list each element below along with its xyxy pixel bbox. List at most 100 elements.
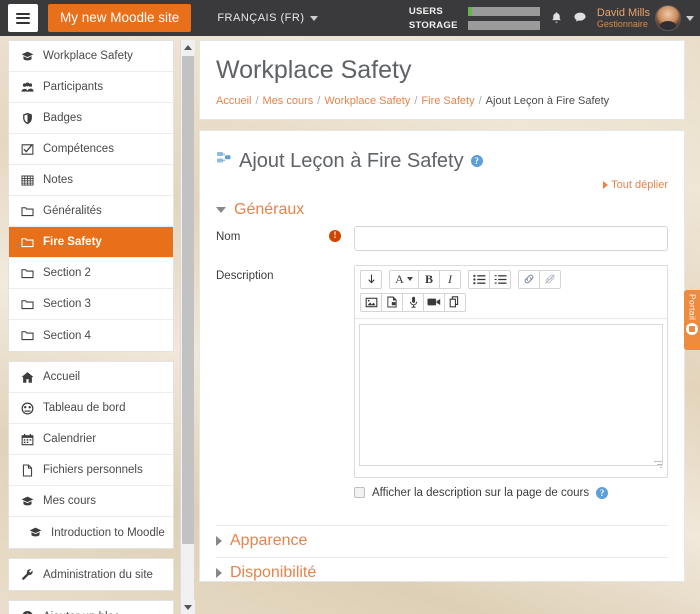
required-marker[interactable]: ! [316, 226, 354, 242]
sidebar-item-calendrier[interactable]: Calendrier [9, 424, 173, 455]
sidebar-item-notes[interactable]: Notes [9, 165, 173, 196]
sidebar-item-administration-du-site[interactable]: Administration du site [9, 559, 173, 590]
sidebar-item-badges[interactable]: Badges [9, 103, 173, 134]
help-icon[interactable]: ? [596, 486, 609, 499]
document-icon[interactable] [381, 292, 403, 312]
field-row-description: Description A B I Afficher la descriptio… [216, 264, 668, 511]
section-header-generaux[interactable]: Généraux [216, 195, 668, 226]
graduation-cap-icon [21, 495, 34, 508]
avatar [655, 5, 681, 31]
sidebar-item-tableau-de-bord[interactable]: Tableau de bord [9, 393, 173, 424]
show-description-checkbox[interactable] [354, 487, 365, 498]
unlink-icon[interactable] [539, 269, 561, 289]
chat-bubble-icon[interactable] [573, 11, 587, 26]
sidebar-item-label: Généralités [43, 205, 102, 217]
nom-input[interactable] [354, 225, 668, 251]
shield-icon [21, 112, 34, 125]
description-label: Description [216, 269, 274, 282]
image-icon[interactable] [360, 292, 382, 312]
sidebar-item-mes-cours[interactable]: Mes cours [9, 486, 173, 517]
moodle-page: My new Moodle site FRANÇAIS (FR) USERS S… [0, 0, 700, 614]
breadcrumb-item-4: Ajout Leçon à Fire Safety [485, 94, 610, 107]
sidebar-item-comp-tences[interactable]: Compétences [9, 134, 173, 165]
link-icon[interactable] [518, 269, 540, 289]
chevron-down-icon[interactable] [686, 15, 694, 21]
bold-icon[interactable]: B [418, 269, 440, 289]
breadcrumb-item-1[interactable]: Mes cours [263, 95, 314, 107]
breadcrumb-item-0[interactable]: Accueil [216, 95, 251, 107]
user-text: David Mills Gestionnaire [597, 7, 650, 30]
sidebar-group-0: Workplace Safety Participants Badges Compét… [8, 40, 174, 352]
folder-icon [21, 205, 34, 218]
sidebar-item-ajouter-un-bloc[interactable]: Ajouter un bloc [9, 601, 173, 614]
calendar-icon [21, 433, 34, 446]
language-label: FRANÇAIS (FR) [217, 12, 305, 24]
toolbar-group-lists [468, 269, 511, 289]
sidebar-group-1: Accueil Tableau de bord Calendrier Fichiers… [8, 361, 174, 549]
expand-all-label: Tout déplier [611, 178, 668, 191]
breadcrumb-separator: / [255, 94, 259, 107]
manage-files-icon[interactable] [444, 292, 466, 312]
editor-toolbar: A B I [355, 266, 667, 319]
sidebar-item-label: Participants [43, 81, 104, 93]
breadcrumb-item-2[interactable]: Workplace Safety [324, 95, 410, 107]
section-label: Disponibilité [230, 563, 317, 581]
sidebar-item-fire-safety[interactable]: Fire Safety [9, 227, 173, 258]
expand-all-link[interactable]: Tout déplier [216, 179, 668, 191]
users-icon [21, 81, 34, 94]
sidebar-item-workplace-safety[interactable]: Workplace Safety [9, 41, 173, 72]
breadcrumb-separator: / [414, 94, 418, 107]
sidebar-item-participants[interactable]: Participants [9, 72, 173, 103]
scroll-down-arrow-icon[interactable] [181, 600, 195, 614]
folder-icon [21, 298, 34, 311]
sidebar-item-label: Administration du site [43, 568, 153, 581]
sidebar-item-fichiers-personnels[interactable]: Fichiers personnels [9, 455, 173, 486]
sidebar-item-accueil[interactable]: Accueil [9, 362, 173, 393]
sidebar-item-label: Fire Safety [43, 236, 102, 248]
language-menu[interactable]: FRANÇAIS (FR) [217, 12, 319, 24]
sidebar-item-introduction-to-moodle[interactable]: Introduction to Moodle [9, 517, 173, 548]
breadcrumb-separator: / [478, 94, 482, 107]
user-menu[interactable]: David Mills Gestionnaire [597, 5, 694, 31]
top-navbar: My new Moodle site FRANÇAIS (FR) USERS S… [0, 0, 700, 36]
numbered-list-icon[interactable] [489, 269, 511, 289]
sidebar-item-section-3[interactable]: Section 3 [9, 289, 173, 320]
sidebar-item-label: Introduction to Moodle [51, 526, 165, 539]
microphone-icon[interactable] [402, 292, 424, 312]
toolbar-group-text: A B I [389, 269, 461, 289]
required-icon: ! [329, 229, 341, 242]
section-header-disponibilite[interactable]: Disponibilité [216, 556, 668, 581]
description-textarea[interactable] [359, 323, 663, 466]
bell-icon[interactable] [550, 11, 563, 26]
user-role: Gestionnaire [596, 19, 648, 30]
user-name: David Mills [596, 6, 650, 19]
sidebar-item-g-n-ralit-s[interactable]: Généralités [9, 196, 173, 227]
sidebar-scrollbar-thumb[interactable] [182, 56, 194, 544]
expand-toolbar-icon[interactable] [360, 269, 382, 289]
toolbar-group-media [360, 292, 466, 312]
sidebar-scrollbar[interactable] [180, 40, 195, 614]
sidebar-item-label: Calendrier [43, 433, 97, 445]
portal-tab[interactable]: Portail [684, 290, 700, 350]
hamburger-icon[interactable] [8, 4, 38, 32]
sidebar-item-label: Section 4 [43, 329, 91, 342]
video-camera-icon[interactable] [423, 292, 445, 312]
sidebar-item-section-2[interactable]: Section 2 [9, 258, 173, 289]
italic-icon[interactable]: I [439, 269, 461, 289]
breadcrumb-item-3[interactable]: Fire Safety [421, 95, 474, 107]
form-heading: Ajout Leçon à Fire Safety ? [216, 149, 668, 173]
sidebar-item-section-4[interactable]: Section 4 [9, 320, 173, 351]
file-icon [21, 463, 34, 477]
font-style-icon[interactable]: A [389, 269, 419, 289]
dashboard-icon [21, 402, 34, 415]
help-icon[interactable]: ? [470, 154, 483, 167]
graduation-cap-icon [21, 50, 34, 63]
folder-icon [21, 267, 34, 280]
storage-meter-bar [467, 20, 540, 30]
site-brand-button[interactable]: My new Moodle site [48, 4, 192, 32]
scroll-up-arrow-icon[interactable] [181, 40, 195, 54]
bullet-list-icon[interactable] [468, 269, 490, 289]
navbar-right: USERS STORAGE David Mills Gestionnaire [409, 5, 700, 31]
main-content: Workplace Safety Accueil / Mes cours / Workp… [199, 40, 685, 614]
section-header-apparence[interactable]: Apparence [216, 524, 668, 557]
